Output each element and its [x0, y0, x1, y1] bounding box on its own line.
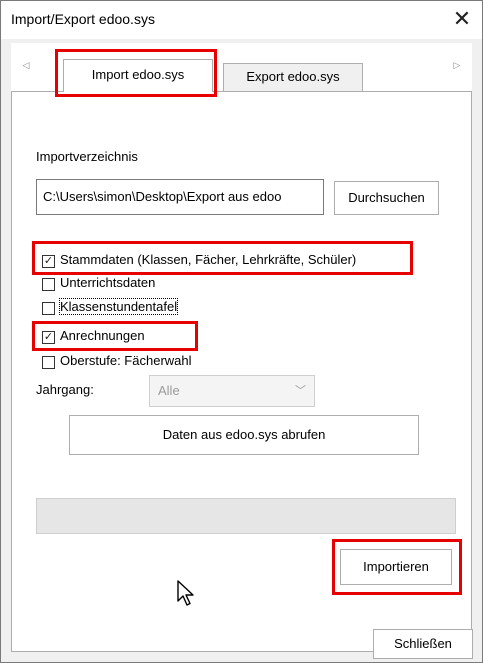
window-title: Import/Export edoo.sys [11, 11, 155, 27]
option-label-anrechnungen: Anrechnungen [60, 328, 145, 343]
import-progress-bar [36, 498, 456, 534]
checkbox-oberstufe[interactable] [42, 356, 55, 369]
checkbox-unterrichtsdaten[interactable] [42, 278, 55, 291]
checkbox-klassenstundentafel[interactable] [42, 302, 55, 315]
checkbox-stammdaten[interactable]: ✓ [42, 255, 55, 268]
tab-scroll-left-icon[interactable]: ◁ [19, 56, 33, 74]
tab-scroll-right-icon[interactable]: ▷ [450, 56, 464, 74]
jahrgang-label: Jahrgang: [36, 382, 94, 397]
dialog-window: Import/Export edoo.sys ✕ ◁ ▷ Import edoo… [0, 0, 483, 663]
title-bar: Import/Export edoo.sys ✕ [1, 1, 482, 39]
import-directory-input[interactable]: C:\Users\simon\Desktop\Export aus edoo [36, 179, 324, 215]
jahrgang-select[interactable]: Alle ﹀ [149, 375, 315, 407]
chevron-down-icon: ﹀ [295, 385, 306, 397]
check-icon: ✓ [43, 255, 54, 267]
fetch-data-button[interactable]: Daten aus edoo.sys abrufen [69, 415, 419, 455]
checkbox-anrechnungen[interactable]: ✓ [42, 331, 55, 344]
option-label-klassenstundentafel: Klassenstundentafel [58, 298, 179, 315]
check-icon: ✓ [43, 331, 54, 343]
close-icon[interactable]: ✕ [442, 1, 482, 39]
import-directory-label: Importverzeichnis [36, 149, 138, 164]
browse-button[interactable]: Durchsuchen [334, 181, 439, 215]
close-button[interactable]: Schließen [373, 629, 473, 659]
import-button[interactable]: Importieren [340, 549, 452, 585]
option-label-oberstufe: Oberstufe: Fächerwahl [60, 353, 192, 368]
jahrgang-value: Alle [158, 383, 180, 398]
tab-import[interactable]: Import edoo.sys [63, 59, 213, 92]
option-label-stammdaten: Stammdaten (Klassen, Fächer, Lehrkräfte,… [60, 252, 357, 267]
tab-export[interactable]: Export edoo.sys [223, 63, 363, 91]
option-label-unterrichtsdaten: Unterrichtsdaten [60, 275, 156, 290]
mouse-cursor-icon [177, 580, 194, 606]
